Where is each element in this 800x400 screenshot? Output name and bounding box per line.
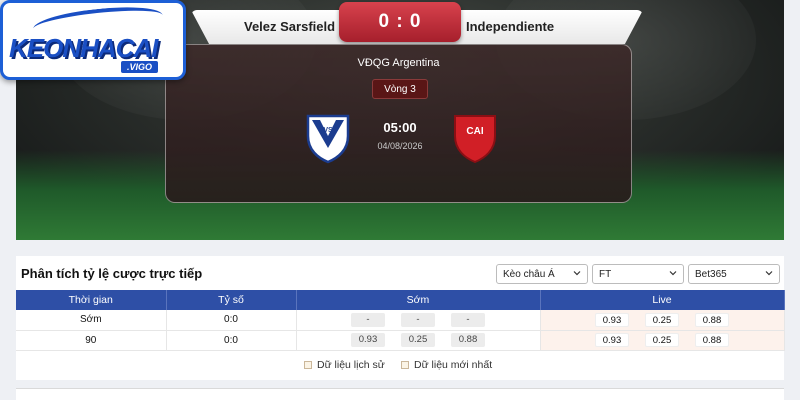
legend-box <box>401 361 409 369</box>
round-badge: Vòng 3 <box>372 79 428 99</box>
legend-history[interactable]: Dữ liệu lịch sử <box>304 359 385 371</box>
odds-chip: 0.88 <box>695 312 729 327</box>
odds-chip: - <box>451 312 485 327</box>
legend-box <box>304 361 312 369</box>
svg-text:CAI: CAI <box>466 126 483 137</box>
odds-chip: - <box>351 312 385 327</box>
odds-chip: 0.88 <box>695 333 729 347</box>
match-date: 04/08/2026 <box>377 141 423 151</box>
odds-chip: 0.88 <box>451 333 485 347</box>
legend-history-label: Dữ liệu lịch sử <box>317 359 385 371</box>
odds-chip: 0.93 <box>595 333 629 347</box>
legend-latest-label: Dữ liệu mới nhất <box>414 359 493 371</box>
home-team-name[interactable]: Velez Sarsfield <box>244 19 335 34</box>
col-header-score: Tỷ số <box>166 290 297 310</box>
period-select[interactable]: FT <box>592 264 684 284</box>
league-name: VĐQG Argentina <box>357 57 440 69</box>
odds-chip: 0.25 <box>645 333 679 347</box>
odds-chip: - <box>401 312 435 327</box>
row-score: 0:0 <box>166 330 297 351</box>
site-logo[interactable]: KEONHACAI .VIGO <box>0 0 186 80</box>
odds-chip: 0.25 <box>645 312 679 327</box>
away-team-name[interactable]: Independiente <box>466 19 554 34</box>
row-live-odds: 0.93 0.25 0.88 <box>540 310 785 331</box>
odds-chip: 0.25 <box>401 333 435 347</box>
svg-text:VS: VS <box>323 127 333 134</box>
page: Velez Sarsfield Independiente 0 : 0 VĐQG… <box>0 0 800 400</box>
odds-type-select[interactable]: Kèo châu Á <box>496 264 588 284</box>
chevron-down-icon <box>669 271 677 276</box>
table-row: Sớm 0:0 - - - 0.93 0.25 0.88 <box>16 310 785 331</box>
table-header-row: Thời gian Tỷ số Sớm Live <box>16 290 785 310</box>
row-time: 90 <box>16 330 167 351</box>
period-value: FT <box>599 268 612 280</box>
row-score: 0:0 <box>166 310 297 331</box>
row-time: Sớm <box>16 310 167 331</box>
odds-chip: 0.93 <box>351 333 385 347</box>
col-header-time: Thời gian <box>16 290 167 310</box>
panel-title: Phân tích tỷ lệ cược trực tiếp <box>21 266 203 281</box>
logo-text: KEONHACAI <box>9 33 158 63</box>
bookmaker-value: Bet365 <box>695 268 727 280</box>
kickoff-time: 05:00 <box>383 120 417 135</box>
odds-table: Thời gian Tỷ số Sớm Live Sớm 0:0 - - - 0.9… <box>16 290 785 351</box>
row-early-odds: --- <box>296 310 541 331</box>
row-early-odds: 0.93 0.25 0.88 <box>296 330 541 351</box>
odds-chip: 0.93 <box>595 312 629 327</box>
legend-latest[interactable]: Dữ liệu mới nhất <box>401 359 492 371</box>
odds-type-value: Kèo châu Á <box>503 268 555 280</box>
next-section-strip <box>16 388 784 400</box>
row-live-odds: 0.93 0.25 0.88 <box>540 330 785 351</box>
logo-domain: .VIGO <box>121 61 159 73</box>
bookmaker-select[interactable]: Bet365 <box>688 264 780 284</box>
col-header-early: Sớm <box>296 290 541 310</box>
odds-analysis-panel: Phân tích tỷ lệ cược trực tiếp Kèo châu … <box>16 256 785 380</box>
table-row: 90 0:0 0.93 0.25 0.88 0.93 0.25 0.88 <box>16 330 785 351</box>
chevron-down-icon <box>765 271 773 276</box>
score-display: 0 : 0 <box>339 2 461 42</box>
independiente-crest-icon[interactable]: CAI <box>451 112 499 164</box>
col-header-live: Live <box>540 290 785 310</box>
chevron-down-icon <box>573 271 581 276</box>
velez-sarsfield-crest-icon[interactable]: VS <box>304 112 352 164</box>
